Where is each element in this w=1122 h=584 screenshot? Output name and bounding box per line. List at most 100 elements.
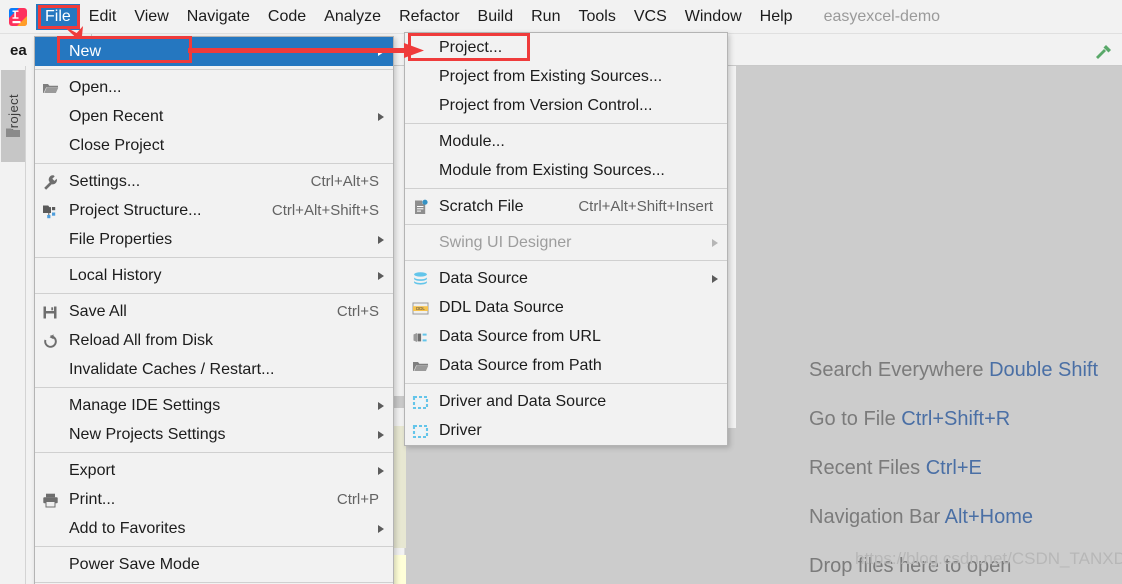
menubar-item-vcs[interactable]: VCS [625,4,676,30]
menu-item-label: Project Structure... [69,201,202,219]
menubar-item-label: Tools [578,7,616,25]
open-folder-icon [412,358,429,375]
menu-item-invalidate-caches-restart[interactable]: Invalidate Caches / Restart... [35,355,393,384]
menubar-item-build[interactable]: Build [469,4,523,30]
menu-separator [405,123,727,124]
menu-item-label: File Properties [69,230,173,248]
menubar-item-file[interactable]: File [36,3,80,30]
menu-item-new[interactable]: New [35,37,393,66]
menubar-item-analyze[interactable]: Analyze [315,4,390,30]
menubar-item-edit[interactable]: Edit [80,4,126,30]
window-project-name: easyexcel-demo [823,7,941,25]
menu-item-scratch-file[interactable]: Scratch File Ctrl+Alt+Shift+Insert [405,192,727,221]
new-submenu-popup[interactable]: Project... Project from Existing Sources.… [404,32,728,446]
menu-item-label: Close Project [69,136,165,154]
project-structure-icon [42,203,59,220]
driver-icon [412,423,429,440]
menu-item-reload-all-from-disk[interactable]: Reload All from Disk [35,326,393,355]
menubar-item-tools[interactable]: Tools [569,4,624,30]
menubar-item-help[interactable]: Help [751,4,802,30]
menu-separator [35,582,393,583]
menu-item-label: Local History [69,266,162,284]
menu-item-manage-ide-settings[interactable]: Manage IDE Settings [35,391,393,420]
chevron-right-icon [378,466,384,475]
chevron-right-icon [712,274,718,283]
shortcut-hint-action: Recent Files [809,457,926,479]
menu-item-add-to-favorites[interactable]: Add to Favorites [35,514,393,543]
ddl-icon: DDL [412,300,429,317]
menu-item-label: Swing UI Designer [439,233,572,251]
menu-item-ddl-data-source[interactable]: DDL DDL Data Source [405,293,727,322]
menu-item-save-all[interactable]: Save All Ctrl+S [35,297,393,326]
menu-item-label: New [69,42,102,60]
menu-separator [35,69,393,70]
menu-item-project-structure[interactable]: Project Structure... Ctrl+Alt+Shift+S [35,196,393,225]
menu-item-module[interactable]: Module... [405,127,727,156]
menu-item-swing-ui-designer: Swing UI Designer [405,228,727,257]
menu-item-print[interactable]: Print... Ctrl+P [35,485,393,514]
menu-item-label: Module... [439,132,505,150]
chevron-right-icon [378,112,384,121]
menubar-item-window[interactable]: Window [676,4,751,30]
printer-icon [42,492,59,509]
menubar-item-run[interactable]: Run [522,4,569,30]
menu-item-label: Add to Favorites [69,519,186,537]
menu-item-module-from-existing-sources[interactable]: Module from Existing Sources... [405,156,727,185]
reload-icon [42,333,59,350]
editor-tab-label: ea [10,41,27,59]
file-menu-popup[interactable]: New Open... Open Recent Close Project Settin… [34,36,394,584]
menu-item-local-history[interactable]: Local History [35,261,393,290]
menu-item-export[interactable]: Export [35,456,393,485]
chevron-right-icon [378,401,384,410]
menu-separator [35,163,393,164]
menubar-item-code[interactable]: Code [259,4,315,30]
menu-item-label: Open... [69,78,122,96]
marker-highlight [394,555,406,584]
menu-item-power-save-mode[interactable]: Power Save Mode [35,550,393,579]
menu-separator [35,546,393,547]
menu-item-data-source[interactable]: Data Source [405,264,727,293]
menu-separator [405,224,727,225]
menu-item-project[interactable]: Project... [405,33,727,62]
menu-item-driver-and-data-source[interactable]: Driver and Data Source [405,387,727,416]
folder-icon [6,127,20,138]
menu-separator [405,383,727,384]
menu-item-close-project[interactable]: Close Project [35,131,393,160]
menu-item-label: Data Source from URL [439,327,601,345]
menu-item-data-source-from-url[interactable]: Data Source from URL [405,322,727,351]
hammer-build-icon[interactable] [1092,42,1114,64]
sidebar-item-project[interactable]: Project [1,70,25,162]
menu-separator [35,387,393,388]
menu-item-settings[interactable]: Settings... Ctrl+Alt+S [35,167,393,196]
menu-separator [405,188,727,189]
menu-item-driver[interactable]: Driver [405,416,727,445]
save-icon [42,304,59,321]
menu-item-label: Print... [69,490,116,508]
menubar-item-label: Navigate [186,7,250,25]
shortcut-hint-key: Ctrl+Shift+R [901,408,1011,430]
shortcut-hint-key: Double Shift [989,359,1099,381]
scratch-file-icon [412,199,429,216]
menu-item-label: Driver and Data Source [439,392,607,410]
menu-item-new-projects-settings[interactable]: New Projects Settings [35,420,393,449]
menu-item-open-recent[interactable]: Open Recent [35,102,393,131]
chevron-right-icon [712,238,718,247]
menu-item-shortcut: Ctrl+S [336,303,379,320]
watermark-text: https://blog.csdn.net/CSDN_TANXD [855,549,1122,568]
menu-item-project-from-version-control[interactable]: Project from Version Control... [405,91,727,120]
menu-item-shortcut: Ctrl+Alt+Shift+Insert [578,198,713,215]
open-folder-icon [42,80,59,97]
menubar-item-label: Help [759,7,793,25]
menu-item-project-from-existing-sources[interactable]: Project from Existing Sources... [405,62,727,91]
menu-separator [35,452,393,453]
menu-item-shortcut: Ctrl+Alt+Shift+S [271,202,379,219]
menu-item-open[interactable]: Open... [35,73,393,102]
menubar-item-label: Code [267,7,307,25]
menubar-item-navigate[interactable]: Navigate [178,4,259,30]
menu-item-label: Scratch File [439,197,524,215]
menubar-item-view[interactable]: View [125,4,177,30]
menubar-item-refactor[interactable]: Refactor [390,4,468,30]
menu-item-file-properties[interactable]: File Properties [35,225,393,254]
menu-item-data-source-from-path[interactable]: Data Source from Path [405,351,727,380]
menu-item-label: Open Recent [69,107,164,125]
